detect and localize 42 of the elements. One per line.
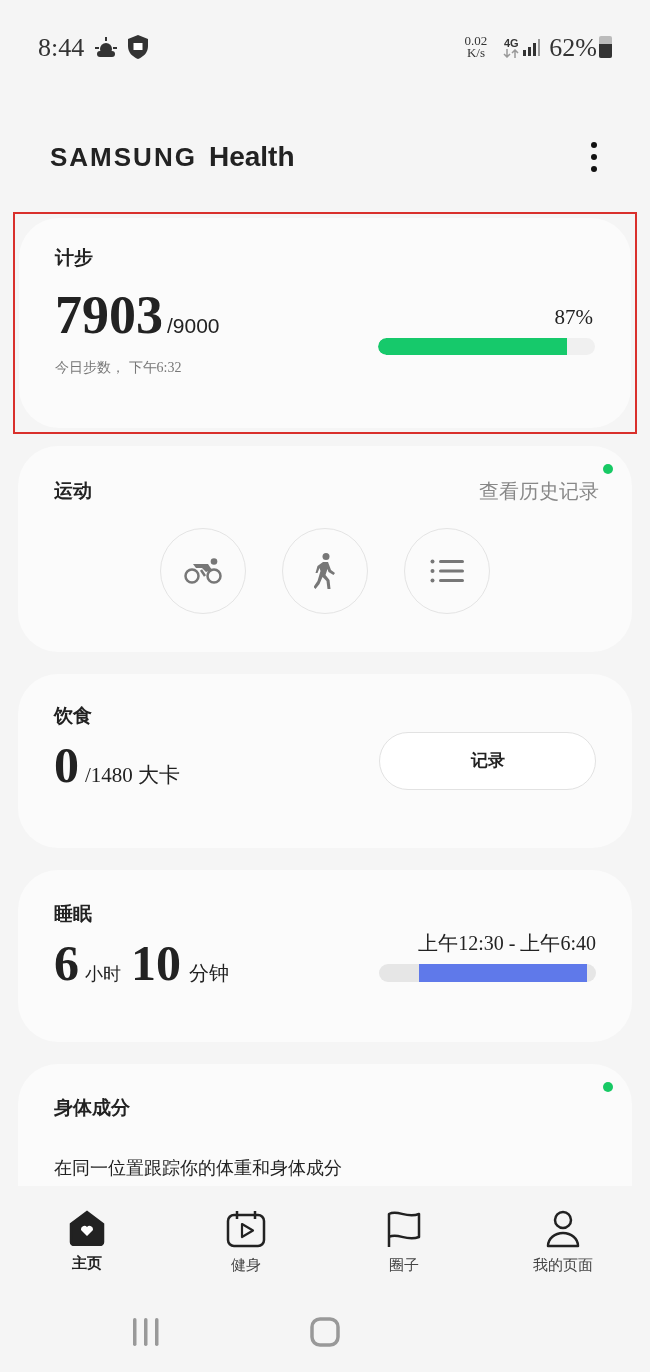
step-goal: /9000 (167, 312, 220, 339)
walking-person-icon (314, 553, 336, 589)
sleep-time-range: 上午12:30 - 上午6:40 (418, 931, 596, 956)
battery-percent: 62% (549, 31, 597, 64)
person-icon (544, 1209, 581, 1248)
nav-tab[interactable]: 主页 (8, 1209, 167, 1276)
recent-apps-icon[interactable] (132, 1318, 160, 1346)
step-count: 7903 (55, 284, 163, 345)
sleep-minutes: 10 (131, 934, 181, 991)
status-time: 8:44 (38, 31, 85, 64)
samsung-logo: SAMSUNG (50, 140, 197, 174)
cyclist-icon (183, 558, 223, 584)
network-type: 4G (504, 36, 519, 49)
card-title: 饮食 (54, 704, 93, 728)
steps-card[interactable]: 计步 7903/9000 今日步数， 下午6:32 87% (19, 218, 631, 428)
nav-tab[interactable]: 我的页面 (483, 1209, 642, 1276)
flag-icon (386, 1209, 423, 1248)
shield-icon (128, 35, 149, 59)
calorie-value: 0 (54, 736, 79, 793)
health-logo: Health (208, 140, 295, 174)
network-speed-unit: K/s (466, 47, 485, 59)
step-percent: 87% (554, 304, 593, 331)
network-speed-value: 0.02 (464, 35, 488, 47)
calendar-play-icon (225, 1209, 266, 1248)
list-icon (430, 559, 464, 583)
card-title: 睡眠 (54, 902, 93, 926)
log-food-button[interactable]: 记录 (379, 732, 596, 790)
nav-tab[interactable]: 圈子 (325, 1209, 484, 1276)
nav-tab[interactable]: 健身 (166, 1209, 325, 1276)
sleep-hours: 6 (54, 934, 79, 991)
step-update-note: 今日步数， 下午6:32 (55, 358, 183, 377)
card-title: 运动 (54, 478, 92, 503)
hours-unit: 小时 (85, 962, 121, 986)
card-title: 计步 (55, 246, 94, 270)
data-arrows-icon (503, 48, 520, 58)
card-title: 身体成分 (54, 1096, 131, 1120)
home-button-icon[interactable] (310, 1317, 340, 1347)
body-composition-description: 在同一位置跟踪你的体重和身体成分 (54, 1156, 343, 1179)
sunrise-icon (94, 37, 119, 57)
calorie-goal: /1480 大卡 (85, 761, 181, 789)
battery-icon (599, 36, 612, 58)
minutes-unit: 分钟 (189, 960, 229, 986)
